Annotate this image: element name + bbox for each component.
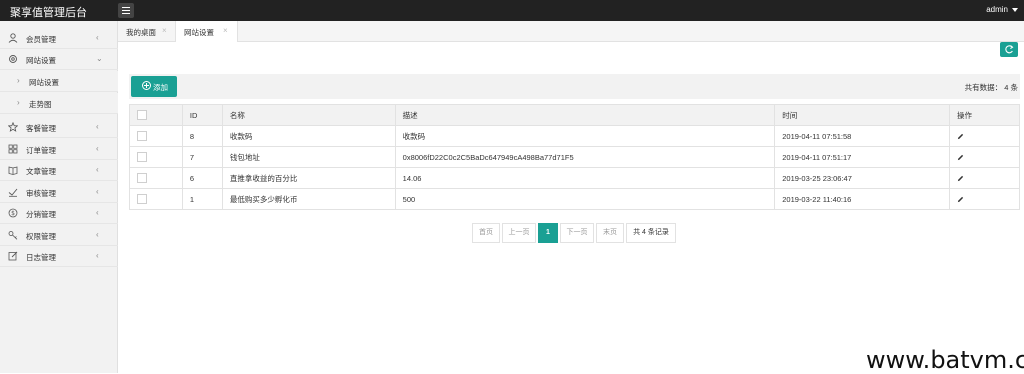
cell-time: 2019-03-25 23:06:47 <box>774 167 951 189</box>
sidebar-item-review[interactable]: 审核管理 ‹ <box>0 182 118 203</box>
row-checkbox[interactable] <box>137 173 147 183</box>
table-row: 8 收款码 收款码 2019-04-11 07:51:58 <box>129 125 1020 147</box>
svg-text:$: $ <box>11 210 15 217</box>
close-icon[interactable]: × <box>162 26 167 35</box>
user-menu[interactable]: admin <box>986 5 1008 14</box>
column-header: 名称 <box>221 104 396 126</box>
star-icon <box>8 122 18 132</box>
cell-desc: 收款码 <box>394 125 776 147</box>
app-title: 聚享值管理后台 <box>10 7 87 19</box>
cell-id: 8 <box>181 125 223 147</box>
cell-time: 2019-04-11 07:51:17 <box>774 146 951 168</box>
cell-name: 最低购买多少孵化币 <box>221 188 396 210</box>
sidebar-item-members[interactable]: 会员管理 ‹ <box>0 28 118 49</box>
prev-page-button[interactable]: 上一页 <box>502 223 536 243</box>
column-header: 时间 <box>774 104 951 126</box>
select-all-checkbox[interactable] <box>137 110 147 120</box>
chevron-left-icon: ‹ <box>96 122 99 131</box>
top-bar: 聚享值管理后台 admin <box>0 0 1024 21</box>
sidebar-item-distribution[interactable]: $ 分销管理 ‹ <box>0 203 118 224</box>
sidebar-subitem-site-settings[interactable]: › 网站设置 <box>0 71 118 92</box>
user-icon <box>8 33 18 43</box>
row-checkbox[interactable] <box>137 194 147 204</box>
chevron-left-icon: ‹ <box>96 33 99 42</box>
cell-name: 收款码 <box>221 125 396 147</box>
sidebar: 会员管理 ‹ 网站设置 ⌄ › 网站设置 › 走势图 客餐管理 ‹ 订单管理 ‹… <box>0 21 118 373</box>
coin-icon: $ <box>8 208 18 218</box>
chevron-right-icon: › <box>17 76 20 85</box>
column-header: 操作 <box>949 104 1020 126</box>
pencil-icon[interactable] <box>957 154 964 161</box>
hamburger-icon <box>122 7 130 8</box>
gear-icon <box>9 55 17 63</box>
sidebar-item-permissions[interactable]: 权限管理 ‹ <box>0 225 118 246</box>
cell-time: 2019-03-22 11:40:16 <box>774 188 951 210</box>
refresh-button[interactable] <box>1000 42 1018 57</box>
chevron-left-icon: ‹ <box>96 187 99 196</box>
sidebar-item-site-settings[interactable]: 网站设置 ⌄ <box>0 49 118 70</box>
table-row: 7 钱包地址 0x8006fD22C0c2C5BaDc647949cA498Ba… <box>129 146 1020 168</box>
record-count: 共 4 条记录 <box>626 223 676 243</box>
cell-id: 7 <box>181 146 223 168</box>
plus-circle-icon <box>142 81 151 90</box>
cell-id: 1 <box>181 188 223 210</box>
chevron-left-icon: ‹ <box>96 251 99 260</box>
first-page-button[interactable]: 首页 <box>472 223 500 243</box>
pencil-icon[interactable] <box>957 133 964 140</box>
settings-table: ID 名称 描述 时间 操作 8 收款码 收款码 2019-04-11 07:5… <box>129 104 1020 210</box>
sidebar-item-articles[interactable]: 文章管理 ‹ <box>0 160 118 181</box>
chevron-right-icon: › <box>17 98 20 107</box>
edit-icon <box>8 251 18 261</box>
pencil-icon[interactable] <box>957 175 964 182</box>
add-button[interactable]: 添加 <box>131 76 177 97</box>
refresh-icon <box>1005 45 1014 54</box>
cell-desc: 14.06 <box>394 167 776 189</box>
total-count: 共有数据： 4 条 <box>964 83 1018 92</box>
row-checkbox[interactable] <box>137 131 147 141</box>
cell-desc: 500 <box>394 188 776 210</box>
chevron-left-icon: ‹ <box>96 144 99 153</box>
watermark: www.batvm.com <box>866 346 1024 374</box>
cell-id: 6 <box>181 167 223 189</box>
column-header: 描述 <box>394 104 776 126</box>
tab-site-settings[interactable]: 网站设置 × <box>176 21 238 42</box>
menu-toggle-button[interactable] <box>118 3 134 18</box>
select-all-header <box>129 104 183 126</box>
cell-desc: 0x8006fD22C0c2C5BaDc647949cA498Ba77d71F5 <box>394 146 776 168</box>
toolbar: 添加 共有数据： 4 条 <box>129 74 1020 99</box>
chevron-left-icon: ‹ <box>96 230 99 239</box>
table-row: 1 最低购买多少孵化币 500 2019-03-22 11:40:16 <box>129 188 1020 210</box>
sidebar-subitem-trend-chart[interactable]: › 走势图 <box>0 93 118 114</box>
sidebar-item-logs[interactable]: 日志管理 ‹ <box>0 246 118 267</box>
sidebar-item-meals[interactable]: 客餐管理 ‹ <box>0 117 118 138</box>
tab-my-desktop[interactable]: 我的桌面 × <box>118 21 176 42</box>
cell-name: 钱包地址 <box>221 146 396 168</box>
cell-time: 2019-04-11 07:51:58 <box>774 125 951 147</box>
next-page-button[interactable]: 下一页 <box>560 223 594 243</box>
check-icon <box>8 188 18 197</box>
key-icon <box>8 231 18 240</box>
chevron-down-icon: ⌄ <box>96 54 103 63</box>
pencil-icon[interactable] <box>957 196 964 203</box>
column-header: ID <box>181 104 223 126</box>
grid-icon <box>8 144 18 154</box>
caret-down-icon[interactable] <box>1012 8 1018 12</box>
tab-bar: 我的桌面 × 网站设置 × <box>118 21 1024 42</box>
cell-name: 直推拿收益的百分比 <box>221 167 396 189</box>
table-header-row: ID 名称 描述 时间 操作 <box>129 104 1020 126</box>
chevron-left-icon: ‹ <box>96 165 99 174</box>
table-row: 6 直推拿收益的百分比 14.06 2019-03-25 23:06:47 <box>129 167 1020 189</box>
row-checkbox[interactable] <box>137 152 147 162</box>
book-icon <box>8 166 18 175</box>
close-icon[interactable]: × <box>223 26 228 35</box>
current-page-button[interactable]: 1 <box>538 223 558 243</box>
sidebar-item-orders[interactable]: 订单管理 ‹ <box>0 139 118 160</box>
chevron-left-icon: ‹ <box>96 208 99 217</box>
last-page-button[interactable]: 末页 <box>596 223 624 243</box>
